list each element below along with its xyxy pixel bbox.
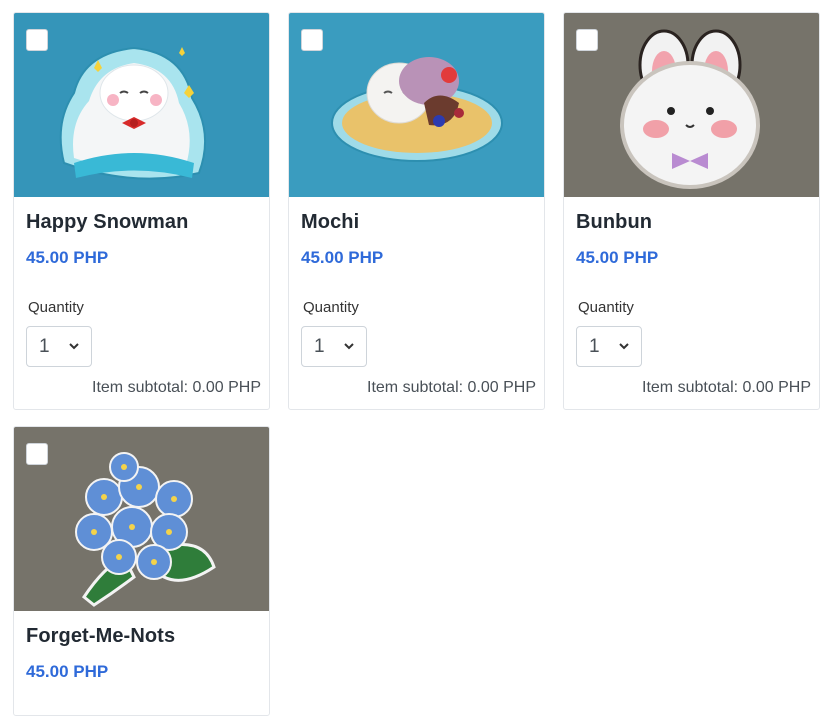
- select-checkbox[interactable]: [301, 29, 323, 51]
- quantity-select[interactable]: 1: [301, 326, 367, 367]
- product-name: Mochi: [301, 211, 360, 233]
- chevron-down-icon: [344, 343, 354, 350]
- chevron-down-icon: [69, 343, 79, 350]
- quantity-label: Quantity: [303, 299, 359, 316]
- select-checkbox[interactable]: [26, 29, 48, 51]
- product-card-mochi: Mochi 45.00 PHP Quantity 1 Item subtotal…: [288, 12, 545, 410]
- product-name: Forget-Me-Nots: [26, 625, 176, 647]
- quantity-value: 1: [589, 336, 600, 357]
- chevron-down-icon: [619, 343, 629, 350]
- quantity-select[interactable]: 1: [26, 326, 92, 367]
- quantity-select[interactable]: 1: [576, 326, 642, 367]
- item-subtotal: Item subtotal: 0.00 PHP: [367, 379, 536, 396]
- product-card-happy-snowman: Happy Snowman 45.00 PHP Quantity 1 Item …: [13, 12, 270, 410]
- quantity-label: Quantity: [28, 299, 84, 316]
- quantity-value: 1: [314, 336, 325, 357]
- product-card-forget-me-nots: Forget-Me-Nots 45.00 PHP: [13, 426, 270, 716]
- forget-me-nots-patch-image[interactable]: [14, 427, 269, 611]
- select-checkbox[interactable]: [576, 29, 598, 51]
- mochi-patch-image[interactable]: [289, 13, 544, 197]
- happy-snowman-patch-image[interactable]: [14, 13, 269, 197]
- product-price: 45.00 PHP: [26, 248, 109, 267]
- product-price: 45.00 PHP: [576, 248, 659, 267]
- item-subtotal: Item subtotal: 0.00 PHP: [92, 379, 261, 396]
- select-checkbox[interactable]: [26, 443, 48, 465]
- product-name: Happy Snowman: [26, 211, 189, 233]
- product-name: Bunbun: [576, 211, 653, 233]
- product-price: 45.00 PHP: [301, 248, 384, 267]
- item-subtotal: Item subtotal: 0.00 PHP: [642, 379, 811, 396]
- product-card-bunbun: Bunbun 45.00 PHP Quantity 1 Item subtota…: [563, 12, 820, 410]
- quantity-label: Quantity: [578, 299, 634, 316]
- product-price: 45.00 PHP: [26, 662, 109, 681]
- bunbun-patch-image[interactable]: [564, 13, 819, 197]
- quantity-value: 1: [39, 336, 50, 357]
